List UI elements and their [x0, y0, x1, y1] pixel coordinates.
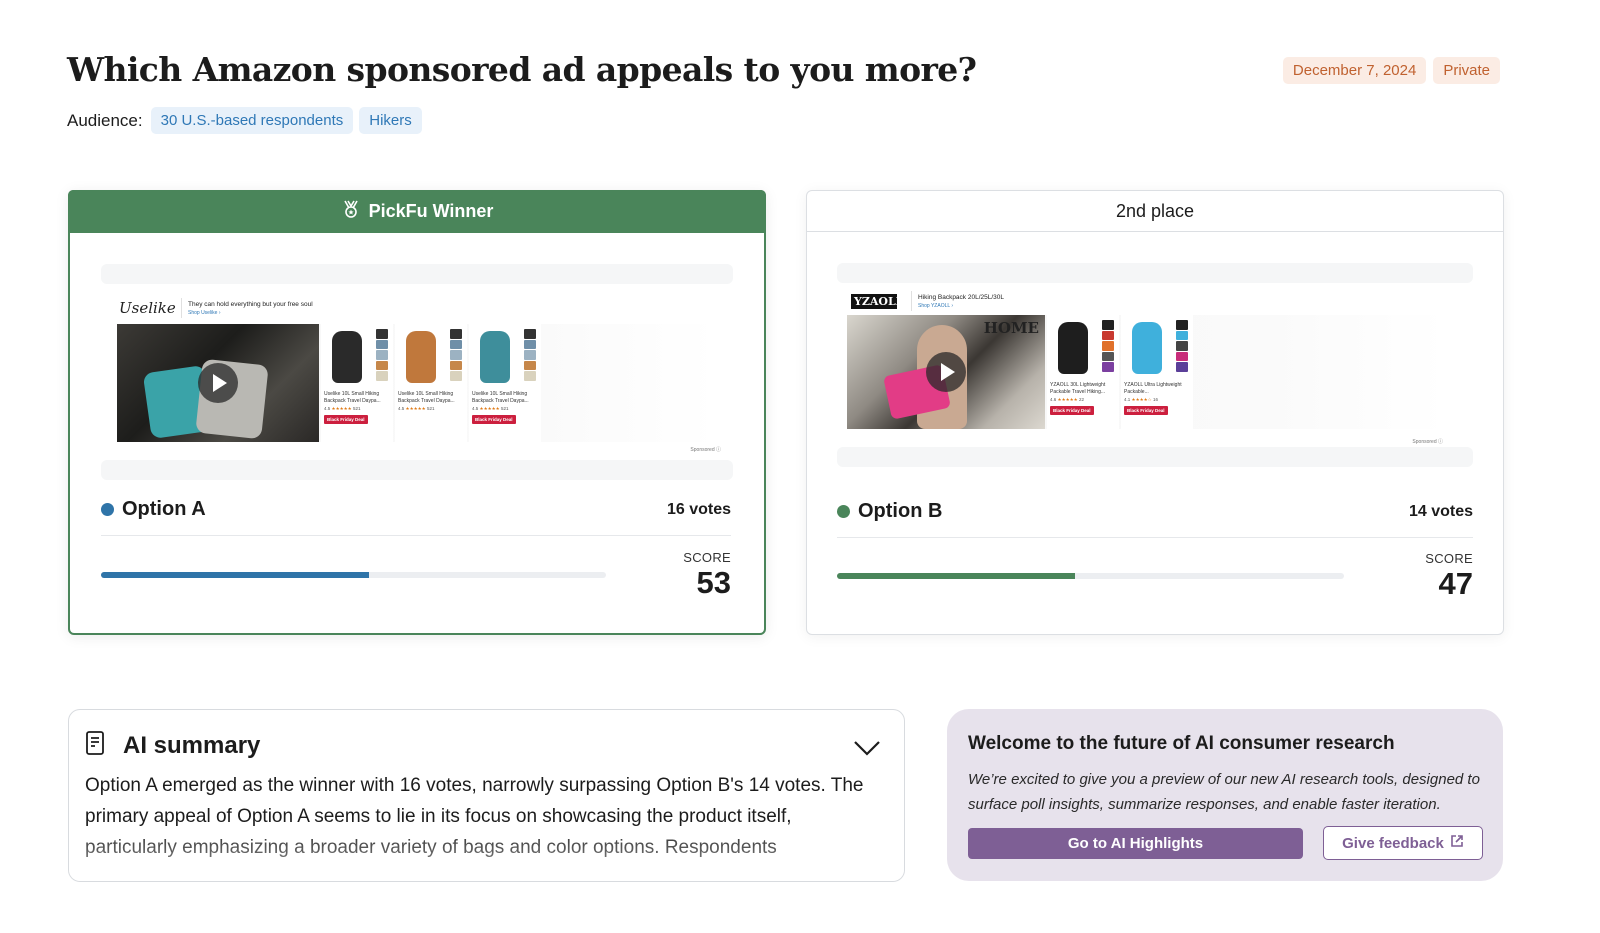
deal-badge: Black Friday Deal	[324, 415, 368, 424]
meta-badges: December 7, 2024 Private	[1282, 57, 1500, 84]
ad-strip: Uselike 10L Small Hiking Backpack Travel…	[117, 324, 717, 442]
option-b-card: 2nd place YZAOLL Hiking Backpack 20L/25L…	[806, 190, 1504, 635]
visibility-badge: Private	[1433, 57, 1500, 84]
promo-title: Welcome to the future of AI consumer res…	[968, 733, 1395, 754]
second-place-label: 2nd place	[1115, 200, 1195, 221]
page-title: Which Amazon sponsored ad appeals to you…	[67, 50, 977, 89]
date-badge: December 7, 2024	[1282, 57, 1427, 84]
option-a-name: Option A	[122, 498, 206, 520]
option-a-score: SCORE 53	[683, 550, 731, 600]
shop-link[interactable]: Shop Uselike ›	[188, 310, 313, 316]
backpack-image	[398, 327, 464, 389]
play-icon[interactable]	[926, 352, 966, 392]
ad-video[interactable]	[117, 324, 319, 442]
winner-header: PickFu Winner	[68, 190, 766, 233]
deal-badge: Black Friday Deal	[1050, 406, 1094, 415]
ad-strip: HOME YZAOLL 30L Lightweight Packable Tra…	[847, 315, 1447, 429]
audience-tag-respondents: 30 U.S.-based respondents	[150, 107, 354, 134]
sponsored-label: Sponsored ⓘ	[1412, 439, 1443, 445]
option-b-score-value: 47	[1438, 566, 1473, 601]
option-b-score-bar	[837, 573, 1344, 579]
ad-video[interactable]: HOME	[847, 315, 1045, 429]
brand-logo: YZAOLL	[851, 293, 903, 309]
option-b-row: Option B 14 votes	[837, 500, 1473, 538]
ad-tagline: They can hold everything but your free s…	[188, 300, 313, 308]
option-b-votes: 14 votes	[1408, 502, 1473, 520]
audience-tag-hikers: Hikers	[359, 107, 422, 134]
option-b-score-fill	[837, 573, 1076, 579]
winner-label: PickFu Winner	[368, 201, 494, 221]
option-a-score-fill	[101, 572, 369, 578]
option-a-dot	[101, 503, 114, 516]
go-to-ai-highlights-button[interactable]: Go to AI Highlights	[968, 828, 1303, 859]
option-b-name: Option B	[858, 500, 943, 522]
backpack-image	[324, 327, 390, 389]
sponsored-label: Sponsored ⓘ	[690, 447, 721, 453]
second-place-header: 2nd place	[807, 191, 1503, 232]
option-b-score: SCORE 47	[1425, 551, 1473, 601]
ad-product[interactable]: YZAOLL Ultra Lightweight Packable... 4.1…	[1121, 315, 1193, 429]
medal-icon	[341, 199, 361, 224]
option-b-dot	[837, 505, 850, 518]
option-a-votes: 16 votes	[666, 500, 731, 518]
backpack-image	[472, 327, 538, 389]
ad-product[interactable]: Uselike 10L Small Hiking Backpack Travel…	[469, 324, 541, 442]
ad-product[interactable]: Uselike 10L Small Hiking Backpack Travel…	[395, 324, 467, 442]
backpack-image	[1124, 318, 1190, 380]
ai-summary-text: Option A emerged as the winner with 16 v…	[85, 775, 864, 858]
ai-promo-card: Welcome to the future of AI consumer res…	[947, 709, 1503, 881]
ad-product[interactable]: Uselike 10L Small Hiking Backpack Travel…	[321, 324, 393, 442]
ad-product[interactable]: YZAOLL 30L Lightweight Packable Travel H…	[1047, 315, 1119, 429]
ai-summary-card: AI summary Option A emerged as the winne…	[68, 709, 905, 882]
shop-link[interactable]: Shop YZAOLL ›	[918, 303, 1004, 309]
ad-preview-a[interactable]: Uselike They can hold everything but you…	[101, 264, 733, 480]
ad-preview-b[interactable]: YZAOLL Hiking Backpack 20L/25L/30L Shop …	[837, 263, 1473, 467]
ad-tagline: Hiking Backpack 20L/25L/30L	[918, 293, 1005, 301]
document-icon	[85, 730, 105, 761]
audience-label: Audience:	[67, 110, 143, 130]
option-a-card: PickFu Winner Uselike They can hold ever…	[68, 190, 766, 635]
promo-text: We’re excited to give you a preview of o…	[968, 771, 1480, 813]
play-icon[interactable]	[198, 363, 238, 403]
deal-badge: Black Friday Deal	[1124, 406, 1168, 415]
option-a-score-value: 53	[696, 565, 731, 600]
backpack-image	[1050, 318, 1116, 380]
option-a-row: Option A 16 votes	[101, 498, 731, 536]
external-link-icon	[1450, 834, 1464, 852]
audience-row: Audience: 30 U.S.-based respondents Hike…	[67, 107, 422, 134]
option-a-score-bar	[101, 572, 606, 578]
ai-summary-title: AI summary	[123, 731, 261, 759]
give-feedback-button[interactable]: Give feedback	[1323, 826, 1483, 860]
ad-brand-row: Uselike They can hold everything but you…	[119, 298, 313, 318]
brand-logo: Uselike	[119, 299, 176, 317]
deal-badge: Black Friday Deal	[472, 415, 516, 424]
ad-brand-row: YZAOLL Hiking Backpack 20L/25L/30L Shop …	[851, 291, 1004, 311]
chevron-down-icon[interactable]	[852, 738, 882, 758]
